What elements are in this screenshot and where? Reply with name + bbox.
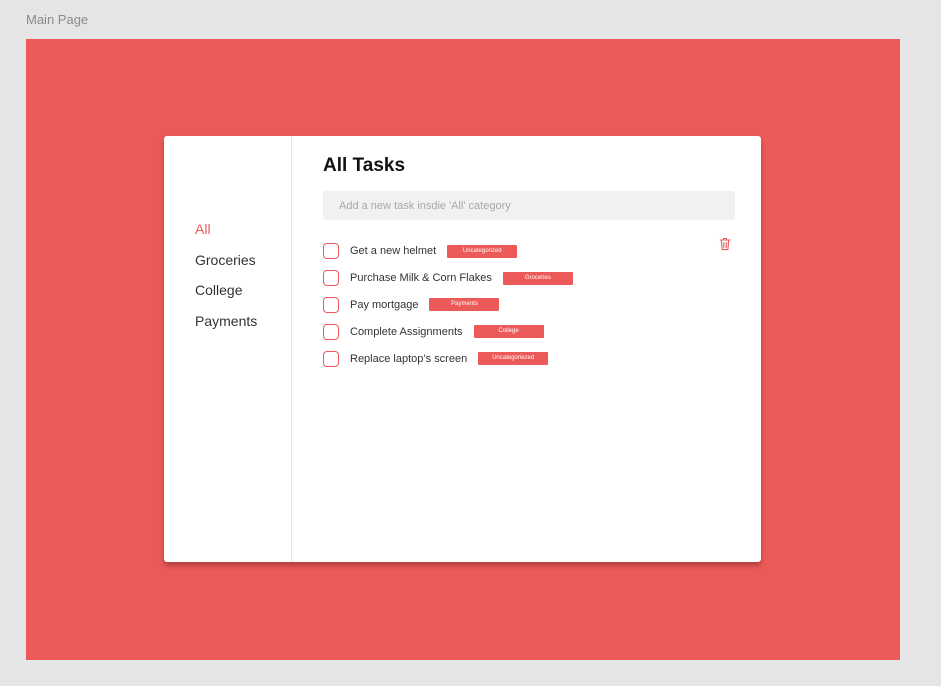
task-text: Pay mortgage [350, 298, 419, 311]
task-panel: All Tasks Get a new helmet Uncategorized… [292, 136, 761, 562]
task-row: Pay mortgage Payments [323, 292, 573, 319]
page-title: All Tasks [323, 155, 406, 176]
task-text: Complete Assignments [350, 325, 463, 338]
task-category-tag: Uncategorized [447, 244, 518, 258]
category-list: All Groceries College Payments [195, 219, 257, 341]
task-category-tag: Groceries [502, 271, 573, 285]
task-category-tag: Payments [429, 298, 500, 312]
task-checkbox[interactable] [323, 270, 339, 287]
trash-icon[interactable] [719, 237, 731, 251]
sidebar-item-payments[interactable]: Payments [195, 311, 257, 342]
sidebar-item-groceries[interactable]: Groceries [195, 250, 257, 281]
frame-label: Main Page [26, 12, 89, 27]
task-checkbox[interactable] [323, 243, 339, 260]
app-canvas: All Groceries College Payments All Tasks… [26, 39, 900, 660]
sidebar-item-college[interactable]: College [195, 280, 257, 311]
new-task-input[interactable] [323, 191, 735, 220]
task-category-tag: Uncategoriezed [478, 352, 549, 366]
task-checkbox[interactable] [323, 350, 339, 367]
task-text: Purchase Milk & Corn Flakes [350, 272, 492, 285]
todo-card: All Groceries College Payments All Tasks… [164, 136, 761, 562]
task-list: Get a new helmet Uncategorized Purchase … [323, 238, 573, 372]
task-row: Get a new helmet Uncategorized [323, 238, 573, 265]
task-category-tag: College [473, 325, 544, 339]
sidebar-item-all[interactable]: All [195, 219, 257, 250]
task-checkbox[interactable] [323, 323, 339, 340]
task-row: Replace laptop’s screen Uncategoriezed [323, 345, 573, 372]
task-row: Complete Assignments College [323, 318, 573, 345]
task-row: Purchase Milk & Corn Flakes Groceries [323, 265, 573, 292]
task-checkbox[interactable] [323, 296, 339, 313]
task-text: Replace laptop’s screen [350, 352, 468, 365]
category-sidebar: All Groceries College Payments [164, 136, 292, 562]
task-text: Get a new helmet [350, 245, 437, 258]
